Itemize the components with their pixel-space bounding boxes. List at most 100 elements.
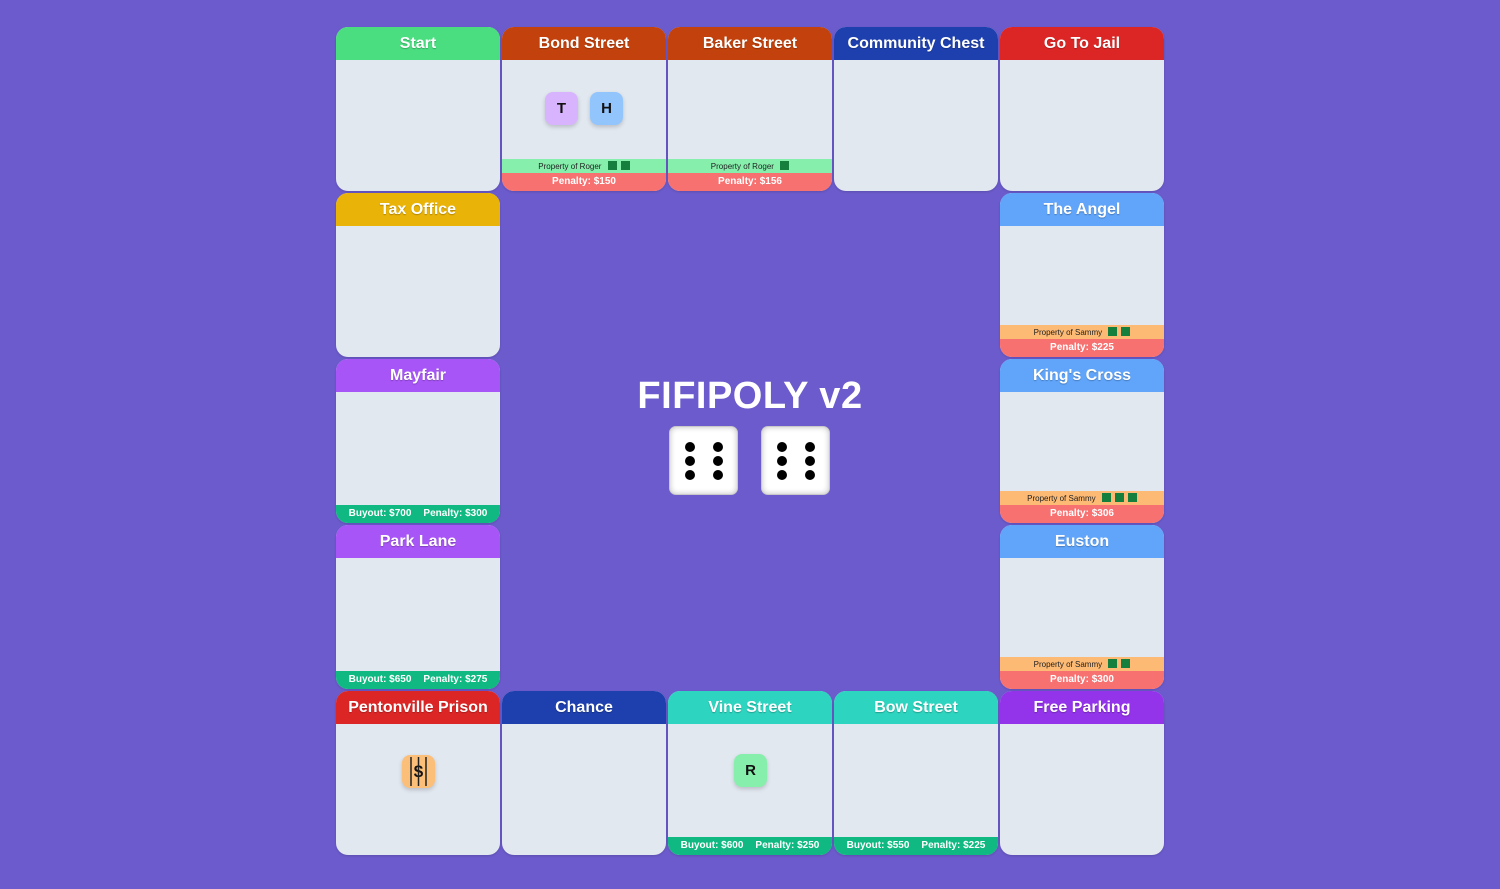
owner-name: Sammy	[1075, 660, 1103, 669]
tile-body	[1000, 60, 1164, 191]
owner-prefix: Property of	[1033, 328, 1073, 337]
owner-bar: Property of Roger	[668, 159, 832, 174]
owner-name: Roger	[752, 162, 774, 171]
tile-body	[502, 724, 666, 855]
tile-title: Community Chest	[834, 27, 998, 60]
die-pip	[777, 470, 787, 480]
penalty-label: Penalty: $275	[423, 674, 488, 685]
game-board: Start Bond Street T H Property of Roger …	[336, 27, 1164, 855]
tile-start[interactable]: Start	[336, 27, 500, 191]
penalty-label: Penalty: $300	[1000, 671, 1164, 689]
penalty-label: Penalty: $300	[423, 508, 488, 519]
die-pip	[777, 456, 787, 466]
tile-chance[interactable]: Chance	[502, 691, 666, 855]
die-pip	[713, 456, 723, 466]
tile-baker-street[interactable]: Baker Street Property of Roger Penalty: …	[668, 27, 832, 191]
buyout-bar: Buyout: $650 Penalty: $275	[336, 671, 500, 689]
owner-prefix: Property of	[710, 162, 750, 171]
houses	[776, 161, 790, 171]
buyout-label: Buyout: $600	[680, 840, 744, 851]
tile-pentonville-prison[interactable]: Pentonville Prison $	[336, 691, 500, 855]
owner-name: Sammy	[1068, 494, 1096, 503]
tile-title: Tax Office	[336, 193, 500, 226]
game-title: FIFIPOLY v2	[637, 375, 863, 417]
penalty-label: Penalty: $225	[921, 840, 986, 851]
jailed-player-token[interactable]: $	[402, 755, 435, 788]
tile-body: Property of Roger Penalty: $156	[668, 60, 832, 191]
tile-title: Free Parking	[1000, 691, 1164, 724]
player-token-r[interactable]: R	[734, 754, 767, 787]
owner-prefix: Property of	[1027, 494, 1067, 503]
die-1[interactable]	[669, 426, 738, 495]
tile-body: T H Property of Roger Penalty: $150	[502, 60, 666, 191]
owner-bar: Property of Sammy	[1000, 325, 1164, 340]
tile-body: Property of Sammy Penalty: $300	[1000, 558, 1164, 689]
tile-bond-street[interactable]: Bond Street T H Property of Roger Penalt…	[502, 27, 666, 191]
penalty-label: Penalty: $306	[1000, 505, 1164, 523]
owner-name: Sammy	[1075, 328, 1103, 337]
houses	[1104, 659, 1131, 669]
die-2[interactable]	[761, 426, 830, 495]
tile-title: Bond Street	[502, 27, 666, 60]
tile-bow-street[interactable]: Bow Street Buyout: $550 Penalty: $225	[834, 691, 998, 855]
player-token-t[interactable]: T	[545, 92, 578, 125]
die-pip	[713, 470, 723, 480]
tile-title: Start	[336, 27, 500, 60]
owner-bar: Property of Sammy	[1000, 657, 1164, 672]
tile-title: Pentonville Prison	[336, 691, 500, 724]
house-icon	[1108, 327, 1118, 336]
tile-vine-street[interactable]: Vine Street R Buyout: $600 Penalty: $250	[668, 691, 832, 855]
house-icon	[607, 161, 617, 170]
buyout-label: Buyout: $550	[846, 840, 910, 851]
penalty-label: Penalty: $156	[668, 173, 832, 191]
house-icon	[780, 161, 790, 170]
dice-area	[669, 426, 831, 495]
tile-the-angel[interactable]: The Angel Property of Sammy Penalty: $22…	[1000, 193, 1164, 357]
buyout-label: Buyout: $650	[348, 674, 412, 685]
die-pip	[685, 470, 695, 480]
tile-title: Park Lane	[336, 525, 500, 558]
tile-body: R Buyout: $600 Penalty: $250	[668, 724, 832, 855]
tile-community-chest[interactable]: Community Chest	[834, 27, 998, 191]
house-icon	[1108, 659, 1118, 668]
die-pip	[805, 456, 815, 466]
tile-title: Euston	[1000, 525, 1164, 558]
tile-title: Go To Jail	[1000, 27, 1164, 60]
penalty-label: Penalty: $150	[502, 173, 666, 191]
tile-free-parking[interactable]: Free Parking	[1000, 691, 1164, 855]
die-pip	[805, 442, 815, 452]
player-token-h[interactable]: H	[590, 92, 623, 125]
house-icon	[620, 161, 630, 170]
die-pip	[805, 470, 815, 480]
tile-title: Baker Street	[668, 27, 832, 60]
penalty-label: Penalty: $250	[755, 840, 820, 851]
tile-body: Buyout: $650 Penalty: $275	[336, 558, 500, 689]
tile-body	[336, 226, 500, 357]
tile-go-to-jail[interactable]: Go To Jail	[1000, 27, 1164, 191]
houses	[1104, 327, 1131, 337]
tile-body: Property of Sammy Penalty: $225	[1000, 226, 1164, 357]
houses	[1098, 493, 1137, 503]
die-pip	[685, 442, 695, 452]
owner-bar: Property of Sammy	[1000, 491, 1164, 506]
buyout-bar: Buyout: $550 Penalty: $225	[834, 837, 998, 855]
house-icon	[1121, 327, 1131, 336]
owner-name: Roger	[579, 162, 602, 171]
die-pip	[713, 442, 723, 452]
tile-body	[336, 60, 500, 191]
owner-prefix: Property of	[1033, 660, 1073, 669]
buyout-label: Buyout: $700	[348, 508, 412, 519]
house-icon	[1127, 493, 1137, 502]
tile-euston[interactable]: Euston Property of Sammy Penalty: $300	[1000, 525, 1164, 689]
buyout-bar: Buyout: $600 Penalty: $250	[668, 837, 832, 855]
tile-title: Vine Street	[668, 691, 832, 724]
house-icon	[1114, 493, 1124, 502]
tile-body: $	[336, 724, 500, 855]
tile-park-lane[interactable]: Park Lane Buyout: $650 Penalty: $275	[336, 525, 500, 689]
penalty-label: Penalty: $225	[1000, 339, 1164, 357]
tile-title: The Angel	[1000, 193, 1164, 226]
houses	[604, 161, 630, 171]
tile-tax-office[interactable]: Tax Office	[336, 193, 500, 357]
house-icon	[1101, 493, 1111, 502]
house-icon	[1121, 659, 1131, 668]
